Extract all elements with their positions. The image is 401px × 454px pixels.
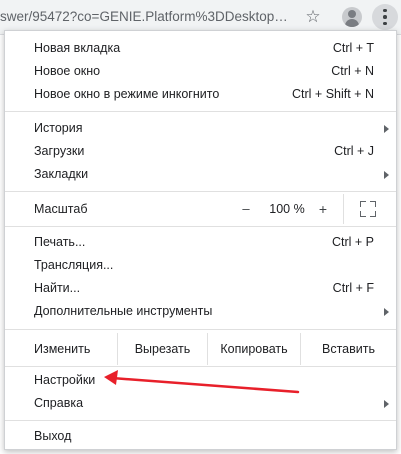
menu-item-settings[interactable]: Настройки <box>5 369 396 392</box>
browser-menu: Новая вкладка Ctrl + T Новое окно Ctrl +… <box>4 30 397 450</box>
menu-item-exit[interactable]: Выход <box>5 425 396 448</box>
menu-item-cast[interactable]: Трансляция... <box>5 254 396 277</box>
menu-item-help[interactable]: Справка <box>5 392 396 415</box>
menu-divider <box>5 191 396 192</box>
menu-item-shortcut: Ctrl + F <box>332 281 374 295</box>
menu-divider <box>5 226 396 227</box>
menu-item-shortcut: Ctrl + P <box>331 235 374 249</box>
menu-item-label: Трансляция... <box>34 258 114 272</box>
menu-item-label: Дополнительные инструменты <box>34 304 213 318</box>
menu-item-new-tab[interactable]: Новая вкладка Ctrl + T <box>5 37 396 60</box>
copy-button[interactable]: Копировать <box>207 333 300 365</box>
zoom-out-button[interactable]: – <box>237 199 255 219</box>
menu-item-downloads[interactable]: Загрузки Ctrl + J <box>5 140 396 163</box>
menu-item-label: Новая вкладка <box>34 41 121 55</box>
menu-divider <box>5 111 396 112</box>
menu-divider <box>5 420 396 421</box>
cut-button[interactable]: Вырезать <box>117 333 207 365</box>
zoom-level: 100 % <box>269 202 305 216</box>
edit-label: Изменить <box>34 342 91 356</box>
address-bar[interactable]: swer/95472?co=GENIE.Platform%3DDesktop… <box>0 0 300 34</box>
menu-item-label: Новое окно в режиме инкогнито <box>34 87 220 101</box>
menu-item-shortcut: Ctrl + J <box>334 144 374 158</box>
kebab-menu-icon[interactable] <box>372 4 398 30</box>
zoom-divider <box>343 194 344 224</box>
menu-divider <box>5 329 396 330</box>
menu-item-shortcut: Ctrl + T <box>332 41 374 55</box>
menu-item-bookmarks[interactable]: Закладки <box>5 163 396 186</box>
zoom-in-button[interactable]: + <box>314 199 332 219</box>
menu-item-label: Справка <box>34 396 84 410</box>
fullscreen-icon[interactable] <box>360 201 376 217</box>
submenu-arrow-icon <box>384 400 389 408</box>
menu-item-incognito[interactable]: Новое окно в режиме инкогнито Ctrl + Shi… <box>5 83 396 106</box>
menu-item-label: Загрузки <box>34 144 85 158</box>
menu-item-shortcut: Ctrl + N <box>331 64 374 78</box>
avatar-icon[interactable] <box>342 7 362 27</box>
menu-divider <box>5 366 396 367</box>
menu-item-more-tools[interactable]: Дополнительные инструменты <box>5 300 396 323</box>
paste-button[interactable]: Вставить <box>300 333 396 365</box>
menu-item-label: Новое окно <box>34 64 101 78</box>
submenu-arrow-icon <box>384 125 389 133</box>
zoom-row: Масштаб – 100 % + <box>5 194 396 224</box>
submenu-arrow-icon <box>384 308 389 316</box>
url-text: swer/95472?co=GENIE.Platform%3DDesktop… <box>0 9 288 24</box>
menu-item-find[interactable]: Найти... Ctrl + F <box>5 277 396 300</box>
menu-item-new-window[interactable]: Новое окно Ctrl + N <box>5 60 396 83</box>
menu-item-shortcut: Ctrl + Shift + N <box>292 87 374 101</box>
star-icon[interactable]: ☆ <box>302 6 324 28</box>
zoom-label: Масштаб <box>34 202 88 216</box>
menu-item-print[interactable]: Печать... Ctrl + P <box>5 231 396 254</box>
menu-item-label: Закладки <box>34 167 89 181</box>
menu-item-label: История <box>34 121 83 135</box>
menu-item-label: Найти... <box>34 281 81 295</box>
submenu-arrow-icon <box>384 171 389 179</box>
edit-row: Изменить Вырезать Копировать Вставить <box>5 333 396 365</box>
menu-item-history[interactable]: История <box>5 117 396 140</box>
menu-item-label: Печать... <box>34 235 86 249</box>
menu-item-label: Выход <box>34 429 72 443</box>
menu-item-label: Настройки <box>34 373 96 387</box>
